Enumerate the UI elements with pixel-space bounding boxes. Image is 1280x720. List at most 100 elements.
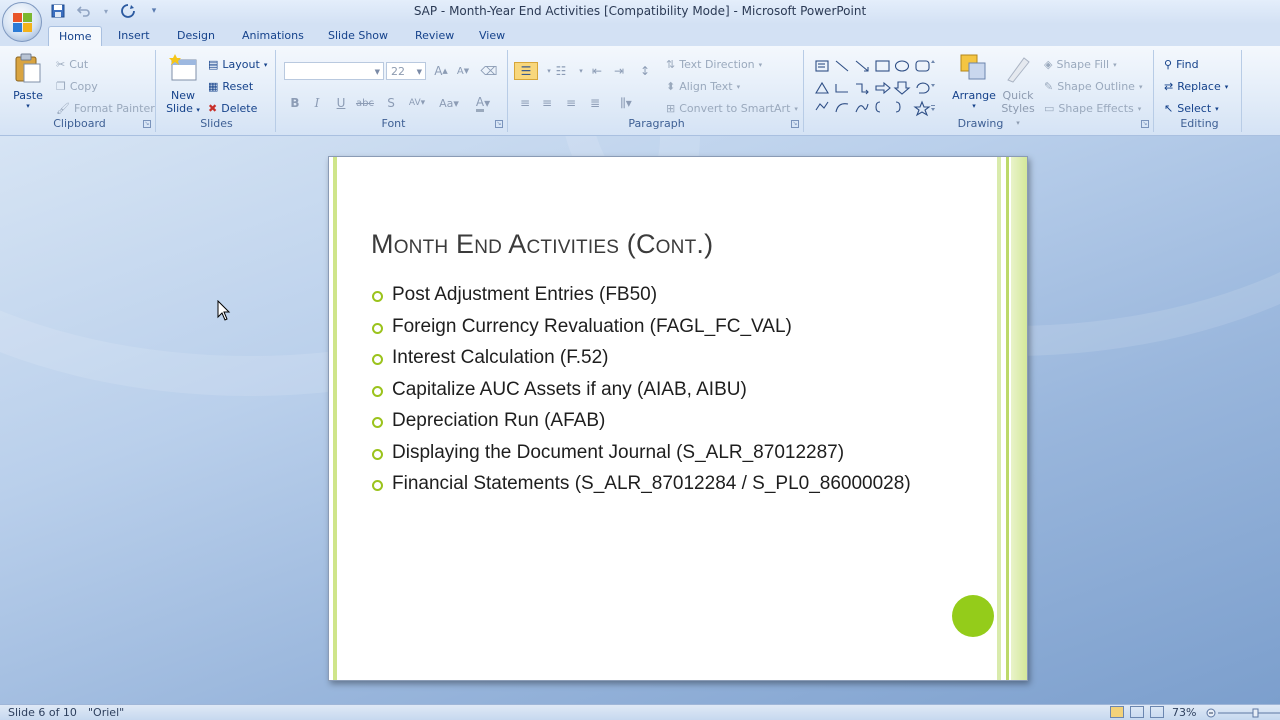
delete-button[interactable]: ✖ Delete <box>208 102 257 115</box>
find-label: Find <box>1176 58 1199 71</box>
tab-review[interactable]: Review <box>405 26 464 46</box>
undo-icon[interactable] <box>76 3 92 19</box>
bullet-icon <box>372 385 383 397</box>
shape-outline-button[interactable]: ✎ Shape Outline ▾ <box>1044 80 1142 93</box>
decrease-indent-icon[interactable]: ⇤ <box>588 62 606 80</box>
arrange-button[interactable]: Arrange ▾ <box>950 52 998 110</box>
align-text-button[interactable]: ⬍ Align Text ▾ <box>666 80 740 93</box>
font-group-label: Font <box>381 117 406 130</box>
slide-canvas[interactable]: Month End Activities (Cont.) Post Adjust… <box>328 156 1028 681</box>
chevron-down-icon: ▾ <box>196 106 200 114</box>
ribbon: Paste ▾ ✂ Cut ❐ Copy 🖌 Format Painter Clipb… <box>0 46 1280 136</box>
line-spacing-icon[interactable]: ↕ <box>636 62 654 80</box>
chevron-down-icon: ▾ <box>1113 60 1117 69</box>
tab-design[interactable]: Design <box>167 26 225 46</box>
bullets-icon[interactable]: ☰ <box>514 62 538 80</box>
find-button[interactable]: ⚲ Find <box>1164 58 1199 71</box>
numbering-icon[interactable]: ☷ <box>552 62 570 80</box>
font-size-combo[interactable]: 22 ▼ <box>386 62 426 80</box>
bullet-icon <box>372 354 383 365</box>
normal-view-icon[interactable] <box>1110 706 1124 718</box>
text-shadow-icon[interactable]: S <box>382 94 400 112</box>
text-direction-button[interactable]: ⇅ Text Direction ▾ <box>666 58 762 71</box>
office-button[interactable] <box>2 2 42 42</box>
slide-title[interactable]: Month End Activities (Cont.) <box>371 229 713 260</box>
character-spacing-icon[interactable]: AV▾ <box>404 94 430 112</box>
new-slide-label-2: Slide <box>166 102 193 115</box>
clear-formatting-icon[interactable]: ⌫ <box>480 62 498 80</box>
redo-icon[interactable] <box>120 3 136 19</box>
layout-button[interactable]: ▤ Layout ▾ <box>208 58 267 71</box>
tab-home[interactable]: Home <box>48 26 103 46</box>
shape-fill-button[interactable]: ◈ Shape Fill ▾ <box>1044 58 1117 71</box>
shape-fill-label: Shape Fill <box>1056 58 1110 71</box>
align-left-icon[interactable]: ≡ <box>516 94 534 112</box>
customize-toolbar-icon[interactable]: ▾ <box>146 3 162 19</box>
dialog-launcher-icon[interactable]: ↘ <box>791 120 799 128</box>
dialog-launcher-icon[interactable]: ↘ <box>495 120 503 128</box>
shape-outline-label: Shape Outline <box>1057 80 1135 93</box>
bullet-icon <box>372 417 383 428</box>
clipboard-group-label: Clipboard <box>53 117 106 130</box>
slide-sorter-view-icon[interactable] <box>1130 706 1144 718</box>
dialog-launcher-icon[interactable]: ↘ <box>1141 120 1149 128</box>
change-case-icon[interactable]: Aa▾ <box>436 94 462 112</box>
shrink-font-icon[interactable]: A ▼ <box>454 62 472 80</box>
replace-button[interactable]: ⇄ Replace ▾ <box>1164 80 1228 93</box>
select-button[interactable]: ↖ Select ▾ <box>1164 102 1219 115</box>
tab-insert[interactable]: Insert <box>108 26 160 46</box>
zoom-slider[interactable] <box>1206 708 1280 718</box>
drawing-group-label: Drawing <box>957 117 1004 130</box>
justify-icon[interactable]: ≣ <box>586 94 604 112</box>
chevron-down-icon[interactable]: ▾ <box>102 3 110 19</box>
font-color-icon[interactable]: A ▾ <box>470 94 496 112</box>
reset-button[interactable]: ▦ Reset <box>208 80 253 93</box>
italic-icon[interactable]: I <box>308 94 326 112</box>
align-center-icon[interactable]: ≡ <box>538 94 556 112</box>
list-item: Foreign Currency Revaluation (FAGL_FC_VA… <box>371 315 911 347</box>
shape-effects-button[interactable]: ▭ Shape Effects ▾ <box>1044 102 1141 115</box>
tab-animations[interactable]: Animations <box>232 26 314 46</box>
align-right-icon[interactable]: ≡ <box>562 94 580 112</box>
paste-button[interactable]: Paste ▾ <box>8 52 48 110</box>
bullet-text: Interest Calculation (F.52) <box>392 347 609 368</box>
slide-work-area[interactable]: Month End Activities (Cont.) Post Adjust… <box>0 136 1280 704</box>
slide-left-accent-bar <box>333 157 337 680</box>
shapes-gallery[interactable] <box>814 58 936 118</box>
bullet-icon <box>372 480 383 491</box>
shapes-gallery-icon <box>815 60 935 117</box>
font-name-combo[interactable]: ▼ <box>284 62 384 80</box>
strikethrough-icon[interactable]: abc <box>356 94 374 112</box>
delete-label: Delete <box>221 102 258 115</box>
scissors-icon: ✂ <box>56 58 66 71</box>
slide-show-view-icon[interactable] <box>1150 706 1164 718</box>
title-bar: SAP - Month-Year End Activities [Compati… <box>0 0 1280 24</box>
convert-smartart-button[interactable]: ⊞ Convert to SmartArt ▾ <box>666 102 798 115</box>
copy-label: Copy <box>69 80 98 93</box>
tab-view[interactable]: View <box>469 26 515 46</box>
new-slide-button[interactable]: New Slide ▾ <box>162 52 204 115</box>
copy-button[interactable]: ❐ Copy <box>56 80 98 93</box>
list-item: Capitalize AUC Assets if any (AIAB, AIBU… <box>371 378 911 410</box>
dialog-launcher-icon[interactable]: ↘ <box>143 120 151 128</box>
reset-label: Reset <box>222 80 254 93</box>
bullet-icon <box>372 322 383 334</box>
zoom-level[interactable]: 73% <box>1172 706 1196 719</box>
cut-button[interactable]: ✂ Cut <box>56 58 88 71</box>
slide-bullet-list[interactable]: Post Adjustment Entries (FB50) Foreign C… <box>371 283 911 504</box>
chevron-down-icon: ▾ <box>972 102 976 110</box>
underline-icon[interactable]: U <box>332 94 350 112</box>
columns-icon[interactable]: ⫼▾ <box>614 94 638 112</box>
bold-icon[interactable]: B <box>286 94 304 112</box>
paragraph-group-label: Paragraph <box>628 117 685 130</box>
layout-label: Layout <box>222 58 260 71</box>
tab-slide-show[interactable]: Slide Show <box>318 26 398 46</box>
increase-indent-icon[interactable]: ⇥ <box>610 62 628 80</box>
new-slide-icon <box>169 54 197 81</box>
save-icon[interactable] <box>50 3 66 19</box>
replace-label: Replace <box>1177 80 1221 93</box>
pen-icon: ✎ <box>1044 80 1054 93</box>
format-painter-button[interactable]: 🖌 Format Painter <box>56 102 155 115</box>
grow-font-icon[interactable]: A ▲ <box>432 62 450 80</box>
drawing-group: Arrange ▾ Quick Styles ▾ ◈ Shape Fill ▾ ✎ S… <box>808 50 1154 132</box>
